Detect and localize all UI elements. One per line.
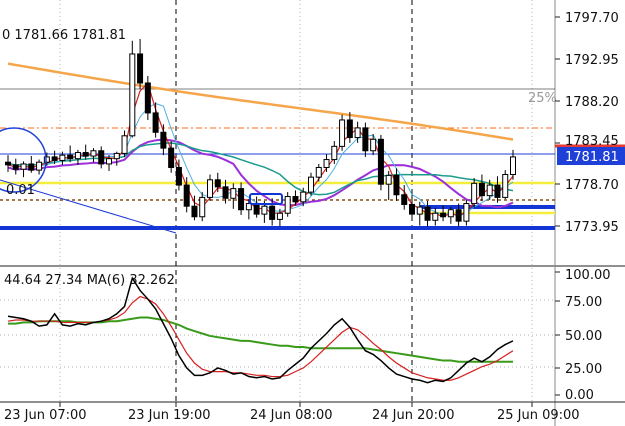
time-tick-label: 23 Jun 19:00 (128, 408, 211, 423)
candle-bearish (478, 182, 485, 197)
time-tick-label: 24 Jun 20:00 (372, 408, 455, 423)
fibonacci-level-label: 25% (528, 91, 557, 106)
candle-bullish (370, 138, 377, 152)
candle-bearish (377, 138, 384, 185)
time-tick-label: 23 Jun 07:00 (4, 408, 87, 423)
candle-bullish (308, 176, 314, 193)
candle-bullish (230, 188, 237, 199)
candle-bullish (113, 152, 120, 160)
candle-bearish (12, 164, 19, 170)
candle-bearish (253, 203, 260, 215)
candle-bullish (106, 158, 112, 165)
candle-bullish (323, 159, 330, 168)
candle-bullish (199, 196, 206, 218)
candle-bearish (51, 156, 58, 161)
candle-bearish (152, 112, 159, 133)
candle-bearish (292, 196, 299, 203)
candle-bullish (471, 182, 478, 205)
price-tick-label: 1783.45 (565, 134, 619, 149)
candle-bullish (59, 154, 66, 161)
candle-bearish (409, 203, 415, 215)
candle-bearish (144, 82, 151, 114)
candle-bearish (183, 184, 190, 207)
candle-bearish (393, 174, 400, 196)
candle-bullish (129, 53, 136, 137)
candle-bullish (502, 174, 509, 198)
candle-bearish (214, 179, 221, 188)
candle-bullish (43, 156, 50, 163)
candle-bearish (28, 163, 35, 171)
candle-bearish (440, 212, 447, 218)
candle-bullish (90, 150, 97, 157)
candle-bullish (284, 196, 291, 214)
candle-bearish (362, 127, 369, 152)
candle-bullish (432, 212, 439, 221)
candle-bullish (276, 212, 283, 220)
candle-bearish (238, 188, 245, 211)
candle-bullish (315, 166, 322, 178)
candle-bullish (207, 179, 213, 198)
price-tick-label: 1797.70 (565, 11, 619, 26)
candle-bearish (494, 184, 501, 198)
price-axis (555, 16, 560, 227)
ohlc-info: 0 1781.66 1781.81 (2, 28, 126, 43)
indicator-info: 44.64 27.34 MA(6) 32.262 (4, 273, 175, 288)
price-tick-label: 1788.20 (565, 95, 619, 110)
candle-bearish (175, 166, 182, 186)
indicator-tick-label: 0.00 (565, 388, 594, 403)
price-tick-label: 1778.70 (565, 178, 619, 193)
trading-chart[interactable]: 25% 1781.81 0.01 0 1781.66 1781.81 1797.… (0, 0, 625, 426)
price-tick-label: 1792.95 (565, 53, 619, 68)
candle-bullish (339, 119, 346, 147)
candle-bullish (20, 163, 27, 170)
candle-bearish (168, 147, 175, 168)
candle-bullish (261, 205, 268, 215)
candle-bearish (98, 150, 105, 165)
indicator-tick-label: 75.00 (565, 295, 602, 310)
candle-bearish (401, 194, 408, 205)
candle-bullish (121, 135, 128, 154)
indicator-tick-label: 25.00 (565, 362, 602, 377)
time-tick-label: 25 Jun 09:00 (497, 408, 580, 423)
price-tick-label: 1773.95 (565, 220, 619, 235)
indicator-axis (555, 271, 560, 396)
candle-bullish (385, 174, 392, 185)
candle-bearish (269, 205, 276, 220)
candle-bullish (463, 203, 470, 222)
candle-bearish (191, 205, 198, 218)
lot-size-label: 0.01 (6, 183, 35, 198)
candle-bullish (300, 191, 307, 203)
candle-bullish (486, 184, 493, 197)
candle-bullish (416, 206, 423, 215)
candle-bearish (222, 186, 229, 199)
current-price-label: 1781.81 (565, 150, 619, 165)
candle-bullish (331, 145, 338, 161)
candle-bullish (36, 161, 43, 171)
candle-bearish (455, 209, 462, 222)
candle-bullish (74, 152, 81, 160)
candle-bearish (67, 154, 74, 160)
time-tick-label: 24 Jun 08:00 (250, 408, 333, 423)
candle-bearish (160, 131, 167, 149)
candle-bearish (424, 206, 431, 221)
candle-bearish (5, 161, 11, 166)
indicator-tick-label: 100.00 (565, 268, 611, 283)
candle-bullish (354, 127, 361, 139)
indicator-tick-label: 50.00 (565, 329, 602, 344)
candle-bearish (82, 152, 89, 157)
candle-bearish (137, 53, 144, 84)
time-axis (59, 402, 533, 407)
candle-bearish (346, 119, 353, 139)
candle-bullish (510, 156, 516, 176)
candle-bullish (447, 209, 454, 218)
